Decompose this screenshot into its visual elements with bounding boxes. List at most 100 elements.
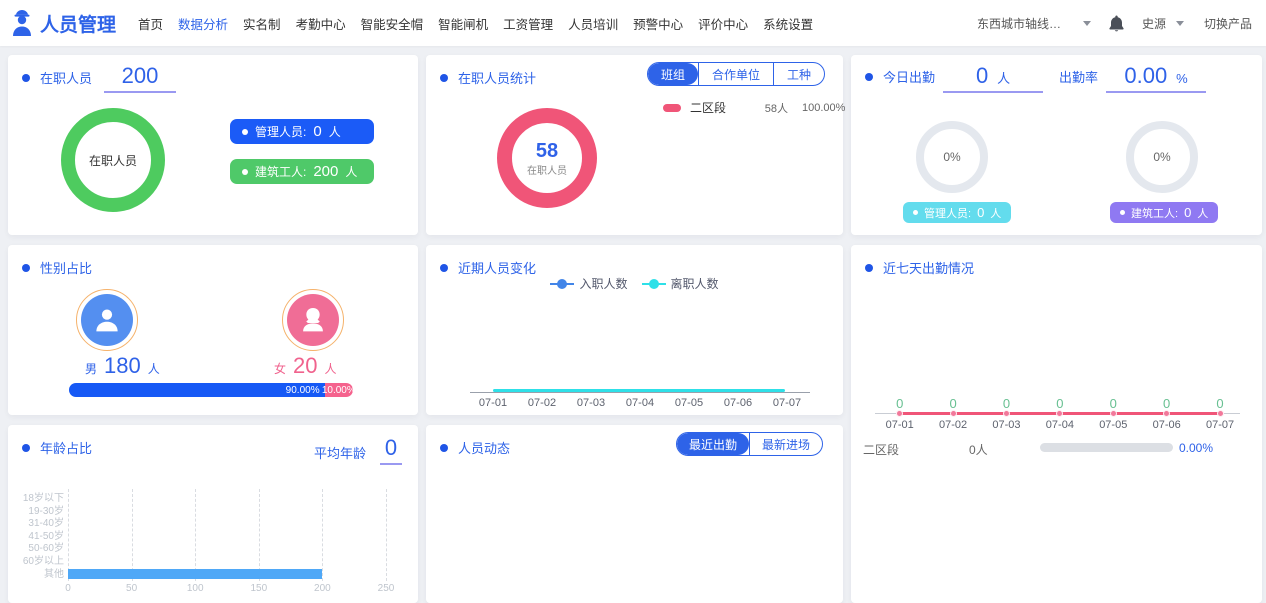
notification-bell-icon[interactable] bbox=[1109, 15, 1124, 32]
point-dot-icon bbox=[1110, 410, 1117, 417]
tab-latest-entry[interactable]: 最新进场 bbox=[749, 433, 822, 455]
tab-work-type[interactable]: 工种 bbox=[773, 63, 824, 85]
team-name: 二区段 bbox=[863, 441, 899, 458]
point-value: 0 bbox=[1193, 396, 1246, 411]
tick-label: 07-02 bbox=[926, 419, 979, 431]
menu-item-warning-center[interactable]: 预警中心 bbox=[633, 14, 683, 33]
user-menu[interactable]: 史源 bbox=[1142, 15, 1166, 32]
today-count: 0 人 bbox=[943, 63, 1043, 93]
menu-item-real-name[interactable]: 实名制 bbox=[243, 14, 281, 33]
legend-onboarding[interactable]: 入职人数 bbox=[550, 275, 627, 292]
chevron-down-icon[interactable] bbox=[1176, 21, 1184, 26]
legend-construction-workers[interactable]: 建筑工人:0人 bbox=[1110, 202, 1218, 223]
card-week-attendance: 近七天出勤情况 0 0 0 0 0 0 0 07-01 07-02 07-03 … bbox=[851, 245, 1262, 603]
tick-label: 07-05 bbox=[1087, 419, 1140, 431]
menu-item-smart-gate[interactable]: 智能闸机 bbox=[438, 14, 488, 33]
x-tick-label: 250 bbox=[366, 583, 406, 594]
x-tick-label: 100 bbox=[175, 583, 215, 594]
male-avatar-icon bbox=[81, 294, 133, 346]
title-dot-icon bbox=[22, 74, 30, 82]
nav-right-cluster: 东西城市轴线第一批... 史源 切换产品 bbox=[977, 15, 1252, 32]
ring-percent: 0% bbox=[943, 150, 960, 164]
main-menu: 首页 数据分析 实名制 考勤中心 智能安全帽 智能闸机 工资管理 人员培训 预警… bbox=[138, 14, 813, 33]
female-bar-segment: 10.00% bbox=[325, 383, 353, 397]
title-dot-icon bbox=[440, 74, 448, 82]
point-dot-icon bbox=[1217, 410, 1224, 417]
gridline bbox=[132, 489, 133, 581]
category-label: 41-50岁 bbox=[8, 531, 64, 544]
menu-item-data-analysis[interactable]: 数据分析 bbox=[178, 14, 228, 33]
tab-recent-attendance[interactable]: 最近出勤 bbox=[677, 433, 749, 455]
chevron-down-icon[interactable] bbox=[1083, 21, 1091, 26]
tick-label: 07-04 bbox=[618, 397, 662, 409]
team-progress-bar bbox=[1040, 443, 1173, 452]
menu-item-system-settings[interactable]: 系统设置 bbox=[763, 14, 813, 33]
x-tick-label: 150 bbox=[239, 583, 279, 594]
female-count: 女20人 bbox=[274, 353, 337, 379]
series-point-dots bbox=[873, 410, 1247, 417]
menu-item-smart-helmet[interactable]: 智能安全帽 bbox=[361, 14, 424, 33]
donut-center-label: 在职人员 bbox=[527, 162, 567, 177]
menu-item-evaluation-center[interactable]: 评价中心 bbox=[698, 14, 748, 33]
donut-center-label: 在职人员 bbox=[89, 152, 137, 169]
zero-value-series-line bbox=[493, 389, 785, 392]
average-age-group: 平均年龄 0 bbox=[314, 435, 402, 465]
tick-label: 07-06 bbox=[1140, 419, 1193, 431]
line-chart-legend: 入职人数 离职人数 bbox=[426, 275, 843, 292]
x-tick-label: 0 bbox=[48, 583, 88, 594]
menu-item-home[interactable]: 首页 bbox=[138, 14, 163, 33]
gridline bbox=[259, 489, 260, 581]
male-bar-segment: 90.00% bbox=[69, 383, 325, 397]
tick-label: 07-02 bbox=[520, 397, 564, 409]
project-selector[interactable]: 东西城市轴线第一批... bbox=[977, 15, 1073, 32]
team-count: 0人 bbox=[969, 441, 988, 458]
workers-attendance-ring: 0% bbox=[1126, 121, 1198, 193]
legend-resignation[interactable]: 离职人数 bbox=[642, 275, 719, 292]
legend-managers[interactable]: 管理人员:0人 bbox=[903, 202, 1011, 223]
switch-product-link[interactable]: 切换产品 bbox=[1204, 15, 1252, 32]
age-bar-chart: 18岁以下 19-30岁 31-40岁 41-50岁 50-60岁 60岁以上 … bbox=[8, 489, 418, 599]
tick-label: 07-06 bbox=[716, 397, 760, 409]
category-label: 31-40岁 bbox=[8, 518, 64, 531]
dynamics-tab-group: 最近出勤 最新进场 bbox=[676, 432, 823, 456]
title-dot-icon bbox=[22, 444, 30, 452]
legend-swatch-icon bbox=[663, 104, 681, 112]
menu-item-training[interactable]: 人员培训 bbox=[568, 14, 618, 33]
tab-partner-unit[interactable]: 合作单位 bbox=[698, 63, 773, 85]
point-dot-icon bbox=[1056, 410, 1063, 417]
ring-percent: 0% bbox=[1153, 150, 1170, 164]
donut-center-value: 58 bbox=[536, 140, 558, 162]
card-on-duty-statistics: 在职人员统计 班组 合作单位 工种 二区段 58人 100.00% 58 在职人… bbox=[426, 55, 843, 235]
legend-line-dot-icon bbox=[550, 280, 574, 288]
male-count: 男180人 bbox=[85, 353, 160, 379]
stats-legend-row[interactable]: 二区段 58人 100.00% bbox=[663, 99, 845, 116]
card-title: 近七天出勤情况 bbox=[883, 258, 974, 277]
title-dot-icon bbox=[22, 264, 30, 272]
point-value: 0 bbox=[873, 396, 926, 411]
category-label: 18岁以下 bbox=[8, 493, 64, 506]
x-axis-line bbox=[470, 392, 810, 393]
point-value: 0 bbox=[926, 396, 979, 411]
title-dot-icon bbox=[440, 444, 448, 452]
menu-item-attendance-center[interactable]: 考勤中心 bbox=[296, 14, 346, 33]
app-logo-worker-icon bbox=[10, 9, 34, 37]
menu-item-salary[interactable]: 工资管理 bbox=[503, 14, 553, 33]
average-age-label: 平均年龄 bbox=[314, 443, 366, 462]
female-avatar-icon bbox=[287, 294, 339, 346]
tab-team-group[interactable]: 班组 bbox=[648, 63, 698, 85]
x-tick-label: 200 bbox=[302, 583, 342, 594]
point-value: 0 bbox=[1087, 396, 1140, 411]
legend-construction-workers[interactable]: 建筑工人:200人 bbox=[230, 159, 374, 184]
average-age-value: 0 bbox=[380, 435, 402, 465]
tick-label: 07-01 bbox=[471, 397, 515, 409]
point-dot-icon bbox=[950, 410, 957, 417]
card-title-row: 年龄占比 bbox=[22, 438, 92, 457]
card-title: 在职人员统计 bbox=[458, 68, 536, 87]
app-title: 人员管理 bbox=[40, 10, 116, 37]
tick-label: 07-07 bbox=[1193, 419, 1246, 431]
point-value: 0 bbox=[1033, 396, 1086, 411]
x-axis-ticks: 07-01 07-02 07-03 07-04 07-05 07-06 07-0… bbox=[873, 419, 1247, 431]
card-age-ratio: 年龄占比 平均年龄 0 18岁以下 19-30岁 31-40岁 41-50岁 5… bbox=[8, 425, 418, 603]
y-axis-category-labels: 18岁以下 19-30岁 31-40岁 41-50岁 50-60岁 60岁以上 … bbox=[8, 493, 64, 581]
legend-managers[interactable]: 管理人员:0人 bbox=[230, 119, 374, 144]
